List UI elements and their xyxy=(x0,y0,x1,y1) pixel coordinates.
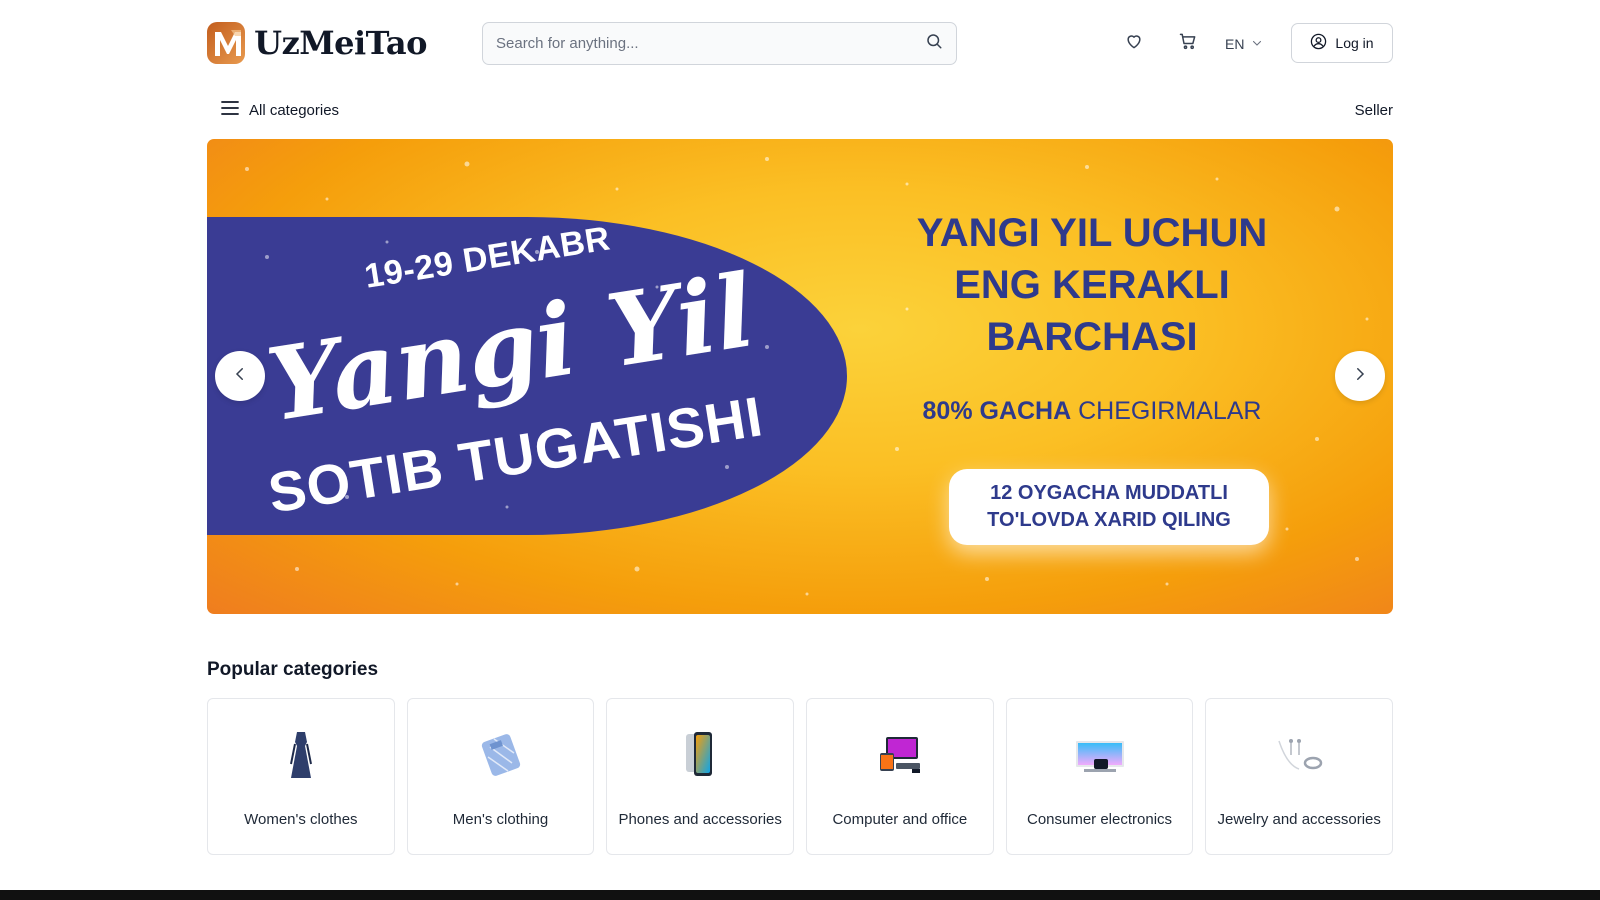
category-card-phones[interactable]: Phones and accessories xyxy=(606,698,795,855)
cart-button[interactable] xyxy=(1173,22,1203,65)
category-label: Men's clothing xyxy=(452,811,549,828)
banner-cta-line1: 12 OYGACHA MUDDATLI xyxy=(990,482,1228,504)
shirt-icon xyxy=(478,733,524,782)
category-label: Computer and office xyxy=(832,811,968,828)
login-button[interactable]: Log in xyxy=(1291,23,1393,63)
heart-icon xyxy=(1124,31,1144,56)
cart-icon xyxy=(1178,31,1198,56)
menu-icon xyxy=(221,100,239,120)
jewelry-icon xyxy=(1273,735,1325,780)
promo-banner[interactable]: 19-29 DEKABR Yangi Yil SOTIB TUGATISHI Y… xyxy=(207,139,1393,614)
header: UzMeiTao EN Log in xyxy=(207,22,1393,65)
all-categories-label: All categories xyxy=(249,101,340,119)
banner-discount-bold: 80% GACHA xyxy=(922,397,1072,425)
banner-headline-line3: BARCHASI xyxy=(986,315,1198,359)
tv-icon xyxy=(1074,735,1126,780)
category-label: Consumer electronics xyxy=(1026,811,1173,828)
language-label: EN xyxy=(1225,35,1245,52)
search-input[interactable] xyxy=(496,35,925,52)
popular-categories-list: Women's clothes Men's clothing Phones an… xyxy=(207,698,1394,855)
banner-cta[interactable]: 12 OYGACHA MUDDATLI TO'LOVDA XARID QILIN… xyxy=(949,469,1269,545)
category-card-womens-clothes[interactable]: Women's clothes xyxy=(207,698,395,855)
banner-headline-line1: YANGI YIL UCHUN xyxy=(916,211,1268,255)
banner-prev-button[interactable] xyxy=(215,351,265,401)
language-selector[interactable]: EN xyxy=(1225,22,1263,65)
category-card-mens-clothing[interactable]: Men's clothing xyxy=(406,698,595,855)
banner-discount: 80% GACHA CHEGIRMALAR xyxy=(887,397,1297,426)
chevron-left-icon xyxy=(231,365,249,388)
chevron-right-icon xyxy=(1351,365,1369,388)
search-bar[interactable] xyxy=(482,22,957,65)
computer-icon xyxy=(876,733,924,782)
category-card-computer-office[interactable]: Computer and office xyxy=(806,698,994,855)
phone-icon xyxy=(682,730,718,785)
all-categories-button[interactable]: All categories xyxy=(207,100,339,120)
banner-headline: YANGI YIL UCHUN ENG KERAKLI BARCHASI xyxy=(887,207,1297,363)
search-icon[interactable] xyxy=(925,32,943,55)
banner-next-button[interactable] xyxy=(1335,351,1385,401)
banner-headline-line2: ENG KERAKLI xyxy=(954,263,1230,307)
wishlist-button[interactable] xyxy=(1119,22,1149,65)
seller-link[interactable]: Seller xyxy=(1355,102,1393,119)
chevron-down-icon xyxy=(1251,36,1263,52)
logo-mark-icon xyxy=(207,22,246,64)
category-card-consumer-electronics[interactable]: Consumer electronics xyxy=(1005,698,1194,855)
logo[interactable]: UzMeiTao xyxy=(207,22,427,64)
category-nav: All categories Seller xyxy=(207,96,1393,124)
category-label: Women's clothes xyxy=(244,811,358,828)
dress-icon xyxy=(281,730,321,785)
brand-name: UzMeiTao xyxy=(254,24,427,62)
window-bottom-edge xyxy=(0,890,1600,900)
category-label: Jewelry and accessories xyxy=(1217,811,1381,828)
category-label: Phones and accessories xyxy=(618,811,782,828)
category-card-jewelry[interactable]: Jewelry and accessories xyxy=(1205,698,1394,855)
popular-categories-title: Popular categories xyxy=(207,659,379,680)
banner-discount-rest: CHEGIRMALAR xyxy=(1071,397,1262,425)
login-label: Log in xyxy=(1335,35,1374,51)
banner-cta-line2: TO'LOVDA XARID QILING xyxy=(987,509,1231,531)
user-icon xyxy=(1310,33,1327,53)
